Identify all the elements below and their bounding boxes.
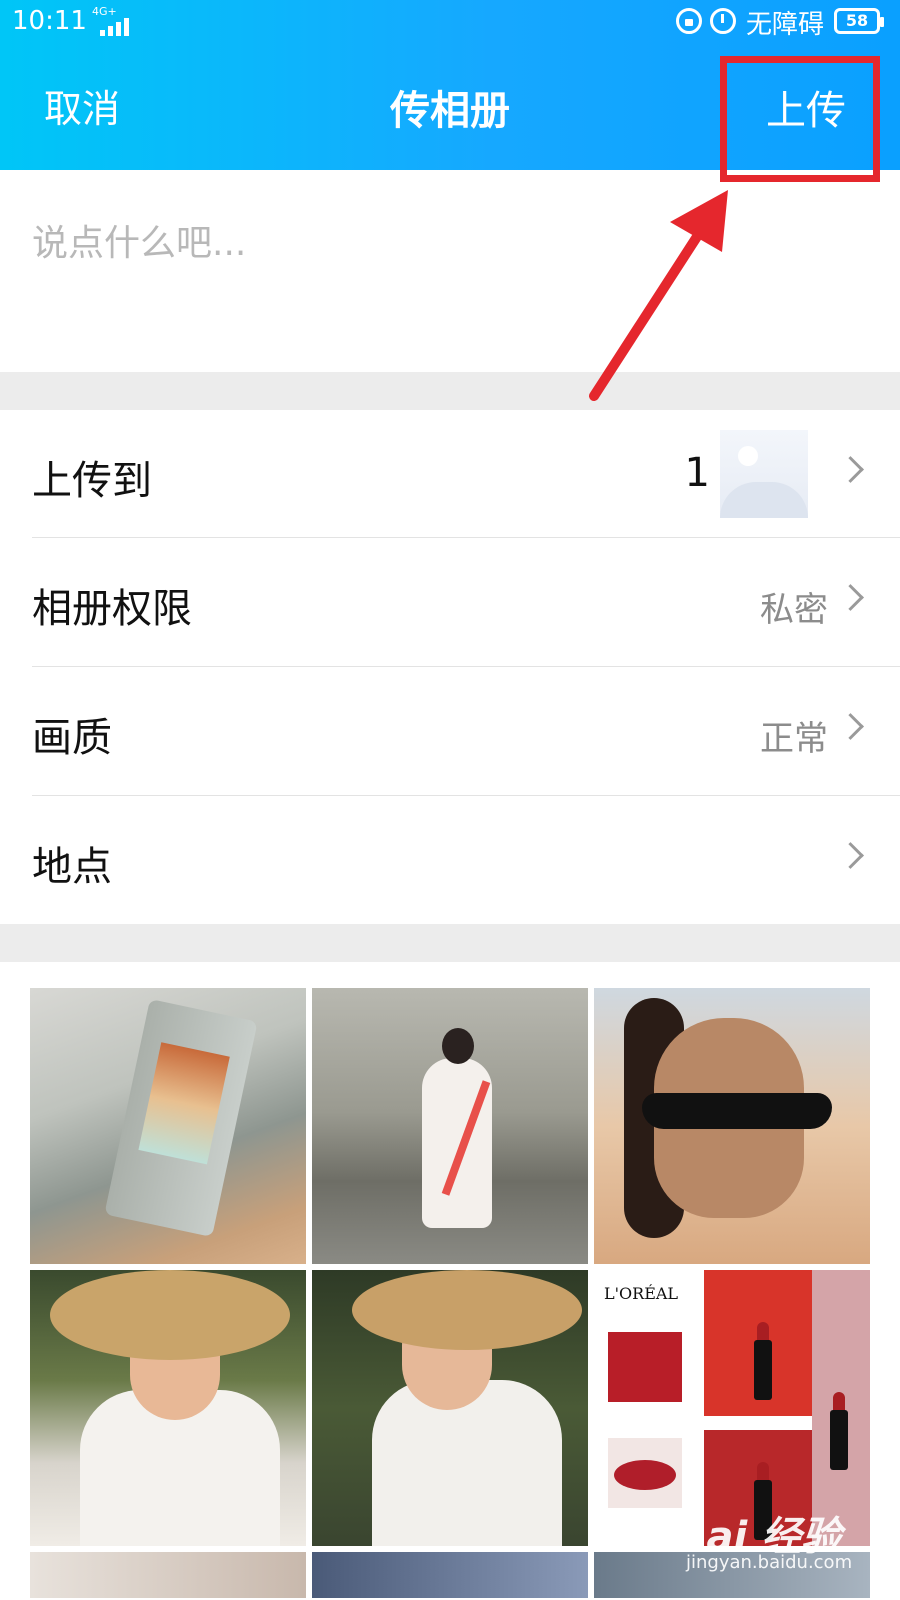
album-placeholder-icon [720, 430, 808, 518]
permission-value: 私密 [760, 590, 828, 630]
photo-thumbnail[interactable] [30, 1552, 306, 1598]
upload-to-count: 1 [684, 450, 710, 496]
photo-thumbnail[interactable] [30, 1270, 306, 1546]
photo-thumbnail[interactable] [594, 988, 870, 1264]
network-type: 4G+ [92, 5, 117, 18]
permission-label: 相册权限 [32, 586, 192, 632]
chevron-right-icon [837, 842, 864, 869]
status-time: 10:11 [12, 6, 87, 36]
lock-icon [676, 8, 702, 34]
battery-icon: 58 [834, 8, 884, 34]
loreal-brand-text: L'ORÉAL [604, 1284, 679, 1303]
photo-thumbnail[interactable] [312, 1270, 588, 1546]
chevron-right-icon [837, 456, 864, 483]
caption-input[interactable] [0, 170, 900, 372]
baidu-watermark: Bai 经验 jingyan.baidu.com [676, 1504, 852, 1573]
upload-to-row[interactable]: 上传到 1 [0, 410, 900, 538]
permission-row[interactable]: 相册权限 私密 [0, 538, 900, 666]
status-bar: 10:11 4G+ 无障碍 58 [0, 0, 900, 48]
accessibility-label: 无障碍 [746, 10, 825, 40]
alarm-icon [710, 8, 736, 34]
quality-label: 画质 [32, 715, 112, 761]
annotation-highlight-box [720, 56, 880, 182]
photo-thumbnail[interactable] [312, 988, 588, 1264]
section-divider [0, 924, 900, 962]
signal-icon [100, 18, 134, 36]
quality-value: 正常 [760, 719, 828, 759]
location-label: 地点 [32, 844, 112, 890]
location-row[interactable]: 地点 [0, 796, 900, 924]
caption-placeholder: 说点什么吧... [32, 223, 247, 264]
upload-to-label: 上传到 [32, 458, 152, 504]
chevron-right-icon [837, 713, 864, 740]
quality-row[interactable]: 画质 正常 [0, 667, 900, 795]
photo-thumbnail[interactable] [312, 1552, 588, 1598]
photo-thumbnail[interactable] [30, 988, 306, 1264]
watermark-url: jingyan.baidu.com [686, 1552, 853, 1573]
chevron-right-icon [837, 584, 864, 611]
section-divider [0, 372, 900, 410]
